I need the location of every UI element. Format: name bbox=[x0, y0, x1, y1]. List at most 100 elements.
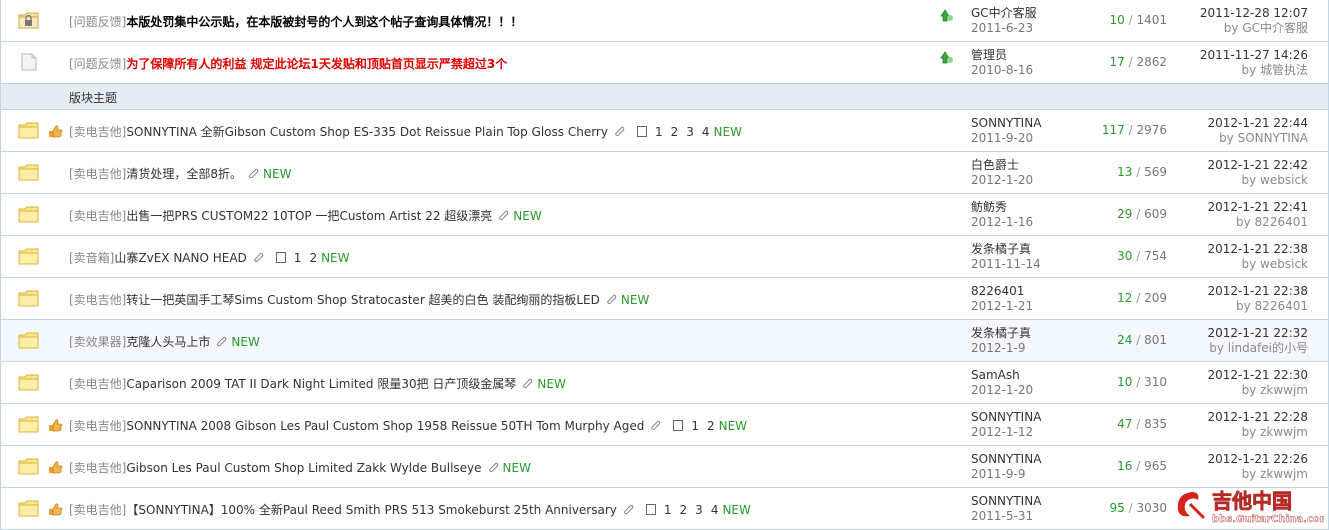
last-post-user[interactable]: by lindafei的小号 bbox=[1208, 341, 1308, 356]
last-post-user[interactable]: by websick bbox=[1208, 173, 1308, 188]
thread-title-link[interactable]: 克隆人头马上市 bbox=[126, 335, 210, 349]
thread-row[interactable]: [卖音箱]山寨ZvEX NANO HEAD 1 2 NEW 发条橘子真 2011-11-1… bbox=[1, 236, 1328, 278]
thread-type-label[interactable]: [卖电吉他] bbox=[69, 419, 126, 433]
last-post-time[interactable]: 2012-1-21 22:38 bbox=[1208, 284, 1309, 299]
thread-type-label[interactable]: [卖效果器] bbox=[69, 335, 126, 349]
view-count: 209 bbox=[1144, 291, 1167, 305]
author-cell: SONNYTINA 2011-5-31 bbox=[971, 494, 1041, 524]
page-link[interactable]: 3 bbox=[686, 125, 694, 139]
view-count: 965 bbox=[1144, 459, 1167, 473]
last-post-user[interactable]: by zkwwjm bbox=[1208, 383, 1308, 398]
thread-type-label[interactable]: [卖电吉他] bbox=[69, 461, 126, 475]
page-link[interactable]: 3 bbox=[695, 503, 703, 517]
thread-row[interactable]: [卖电吉他]Caparison 2009 TAT II Dark Night L… bbox=[1, 362, 1328, 404]
author-name[interactable]: 管理员 bbox=[971, 48, 1033, 63]
lock-folder-icon bbox=[18, 12, 39, 29]
thread-row[interactable]: [卖电吉他]清货处理，全部8折。 NEW 白色爵士 2012-1-20 13 / 569… bbox=[1, 152, 1328, 194]
author-name[interactable]: 白色爵士 bbox=[971, 158, 1033, 173]
thread-row[interactable]: [卖电吉他]Gibson Les Paul Custom Shop Limite… bbox=[1, 446, 1328, 488]
new-badge: NEW bbox=[263, 167, 292, 181]
reply-view-count: 30 / 754 bbox=[1071, 249, 1167, 263]
page-link[interactable]: 2 bbox=[680, 503, 688, 517]
last-post-user[interactable]: by websick bbox=[1208, 257, 1308, 272]
attachment-clip-icon bbox=[615, 126, 625, 137]
thread-subject: [卖电吉他]SONNYTINA 全新Gibson Custom Shop ES-… bbox=[69, 123, 742, 140]
thread-title-link[interactable]: 【SONNYTINA】100% 全新Paul Reed Smith PRS 51… bbox=[126, 503, 617, 517]
sticky-thread-row[interactable]: [问题反馈]本版处罚集中公示贴，在本版被封号的个人到这个帖子查询具体情况！！！ G… bbox=[1, 0, 1328, 42]
reply-count: 29 bbox=[1117, 207, 1133, 221]
thread-type-label[interactable]: [卖音箱] bbox=[69, 251, 114, 265]
last-post-time[interactable]: 2012-1-21 22:44 bbox=[1208, 116, 1309, 131]
last-post-user[interactable]: by SONNYTINA bbox=[1208, 131, 1308, 146]
page-link[interactable]: 4 bbox=[711, 503, 719, 517]
last-post-time[interactable]: 2012-1-21 22:41 bbox=[1208, 200, 1309, 215]
thread-type-label[interactable]: [卖电吉他] bbox=[69, 293, 126, 307]
thread-subject: [卖电吉他]Gibson Les Paul Custom Shop Limite… bbox=[69, 459, 531, 476]
page-link[interactable]: 2 bbox=[671, 125, 679, 139]
thread-type-label[interactable]: [问题反馈] bbox=[69, 15, 126, 29]
thread-row[interactable]: [卖效果器]克隆人头马上市 NEW 发条橘子真 2012-1-9 24 / 801 201… bbox=[1, 320, 1328, 362]
thread-type-label[interactable]: [卖电吉他] bbox=[69, 209, 126, 223]
thread-title-link[interactable]: SONNYTINA 2008 Gibson Les Paul Custom Sh… bbox=[126, 419, 644, 433]
author-name[interactable]: SONNYTINA bbox=[971, 494, 1041, 509]
author-name[interactable]: SONNYTINA bbox=[971, 116, 1041, 131]
author-name[interactable]: 发条橘子真 bbox=[971, 326, 1031, 341]
author-name[interactable]: SONNYTINA bbox=[971, 410, 1041, 425]
last-post-time[interactable]: 2012-1-21 22:28 bbox=[1208, 410, 1309, 425]
thread-title-link[interactable]: 转让一把英国手工琴Sims Custom Shop Stratocaster 超… bbox=[126, 293, 600, 307]
thread-title-link[interactable]: 山寨ZvEX NANO HEAD bbox=[114, 251, 246, 265]
thread-title-link[interactable]: 本版处罚集中公示贴，在本版被封号的个人到这个帖子查询具体情况！！！ bbox=[126, 15, 522, 29]
author-name[interactable]: 发条橘子真 bbox=[971, 242, 1041, 257]
last-post-time[interactable]: 2012-1-21 22:38 bbox=[1208, 242, 1309, 257]
author-name[interactable]: SONNYTINA bbox=[971, 452, 1041, 467]
reply-count: 117 bbox=[1101, 123, 1125, 137]
author-name[interactable]: 鲂鲂秀 bbox=[971, 200, 1033, 215]
last-post-time[interactable]: 2012-1-21 22:32 bbox=[1208, 326, 1309, 341]
thread-row[interactable]: [卖电吉他]转让一把英国手工琴Sims Custom Shop Stratoca… bbox=[1, 278, 1328, 320]
recommend-up-icon bbox=[940, 9, 953, 22]
sticky-thread-row[interactable]: [问题反馈]为了保障所有人的利益 规定此论坛1天发贴和顶贴首页显示严禁超过3个 管… bbox=[1, 42, 1328, 84]
thread-type-label[interactable]: [卖电吉他] bbox=[69, 167, 126, 181]
last-post-user[interactable]: by zkwwjm bbox=[1208, 467, 1308, 482]
thread-type-label[interactable]: [问题反馈] bbox=[69, 57, 126, 71]
page-link[interactable]: 2 bbox=[707, 419, 715, 433]
thread-title-link[interactable]: Gibson Les Paul Custom Shop Limited Zakk… bbox=[126, 461, 481, 475]
thread-title-link[interactable]: SONNYTINA 全新Gibson Custom Shop ES-335 Do… bbox=[126, 125, 608, 139]
thumb-hand-icon bbox=[49, 503, 63, 516]
count-separator: / bbox=[1124, 123, 1137, 137]
thread-type-label[interactable]: [卖电吉他] bbox=[69, 377, 126, 391]
thread-title-link[interactable]: 为了保障所有人的利益 规定此论坛1天发贴和顶贴首页显示严禁超过3个 bbox=[126, 57, 507, 71]
last-post-time[interactable]: 2012-1-21 22:26 bbox=[1208, 452, 1309, 467]
page-link[interactable]: 4 bbox=[702, 125, 710, 139]
thread-title-link[interactable]: 清货处理，全部8折。 bbox=[126, 167, 242, 181]
last-post-user[interactable]: by zkwwjm bbox=[1208, 425, 1308, 440]
thread-title-link[interactable]: Caparison 2009 TAT II Dark Night Limited… bbox=[126, 377, 516, 391]
thread-title-link[interactable]: 出售一把PRS CUSTOM22 10TOP 一把Custom Artist 2… bbox=[126, 209, 492, 223]
last-post-time[interactable]: 2012-1-21 22:30 bbox=[1208, 368, 1309, 383]
last-post-time[interactable]: 2011-11-27 14:26 bbox=[1200, 48, 1308, 63]
last-post-time[interactable]: 2012-1-21 22:42 bbox=[1208, 158, 1309, 173]
thread-type-label[interactable]: [卖电吉他] bbox=[69, 503, 126, 517]
thread-type-label[interactable]: [卖电吉他] bbox=[69, 125, 126, 139]
post-date: 2012-1-12 bbox=[971, 425, 1034, 439]
thread-row[interactable]: [卖电吉他]出售一把PRS CUSTOM22 10TOP 一把Custom Ar… bbox=[1, 194, 1328, 236]
last-post-user[interactable]: by 8226401 bbox=[1208, 215, 1308, 230]
last-post-user[interactable]: by 8226401 bbox=[1208, 299, 1308, 314]
page-link[interactable]: 1 bbox=[655, 125, 663, 139]
page-link[interactable]: 2 bbox=[309, 251, 317, 265]
author-name[interactable]: 8226401 bbox=[971, 284, 1033, 299]
author-name[interactable]: SamAsh bbox=[971, 368, 1033, 383]
last-post-user[interactable]: by 城管执法 bbox=[1200, 63, 1308, 78]
reply-view-count: 12 / 209 bbox=[1071, 291, 1167, 305]
thread-row[interactable]: [卖电吉他]SONNYTINA 全新Gibson Custom Shop ES-… bbox=[1, 110, 1328, 152]
page-link[interactable]: 1 bbox=[294, 251, 302, 265]
page-link[interactable]: 1 bbox=[691, 419, 699, 433]
page-link[interactable]: 1 bbox=[664, 503, 672, 517]
thread-row[interactable]: [卖电吉他]SONNYTINA 2008 Gibson Les Paul Cus… bbox=[1, 404, 1328, 446]
author-name[interactable]: GC中介客服 bbox=[971, 6, 1037, 21]
last-post-user[interactable]: by GC中介客服 bbox=[1200, 21, 1308, 36]
thread-row[interactable]: [卖电吉他]【SONNYTINA】100% 全新Paul Reed Smith … bbox=[1, 488, 1328, 530]
folder-icon bbox=[18, 374, 39, 391]
last-post-time[interactable]: 2011-12-28 12:07 bbox=[1200, 6, 1308, 21]
count-separator: / bbox=[1124, 55, 1137, 69]
